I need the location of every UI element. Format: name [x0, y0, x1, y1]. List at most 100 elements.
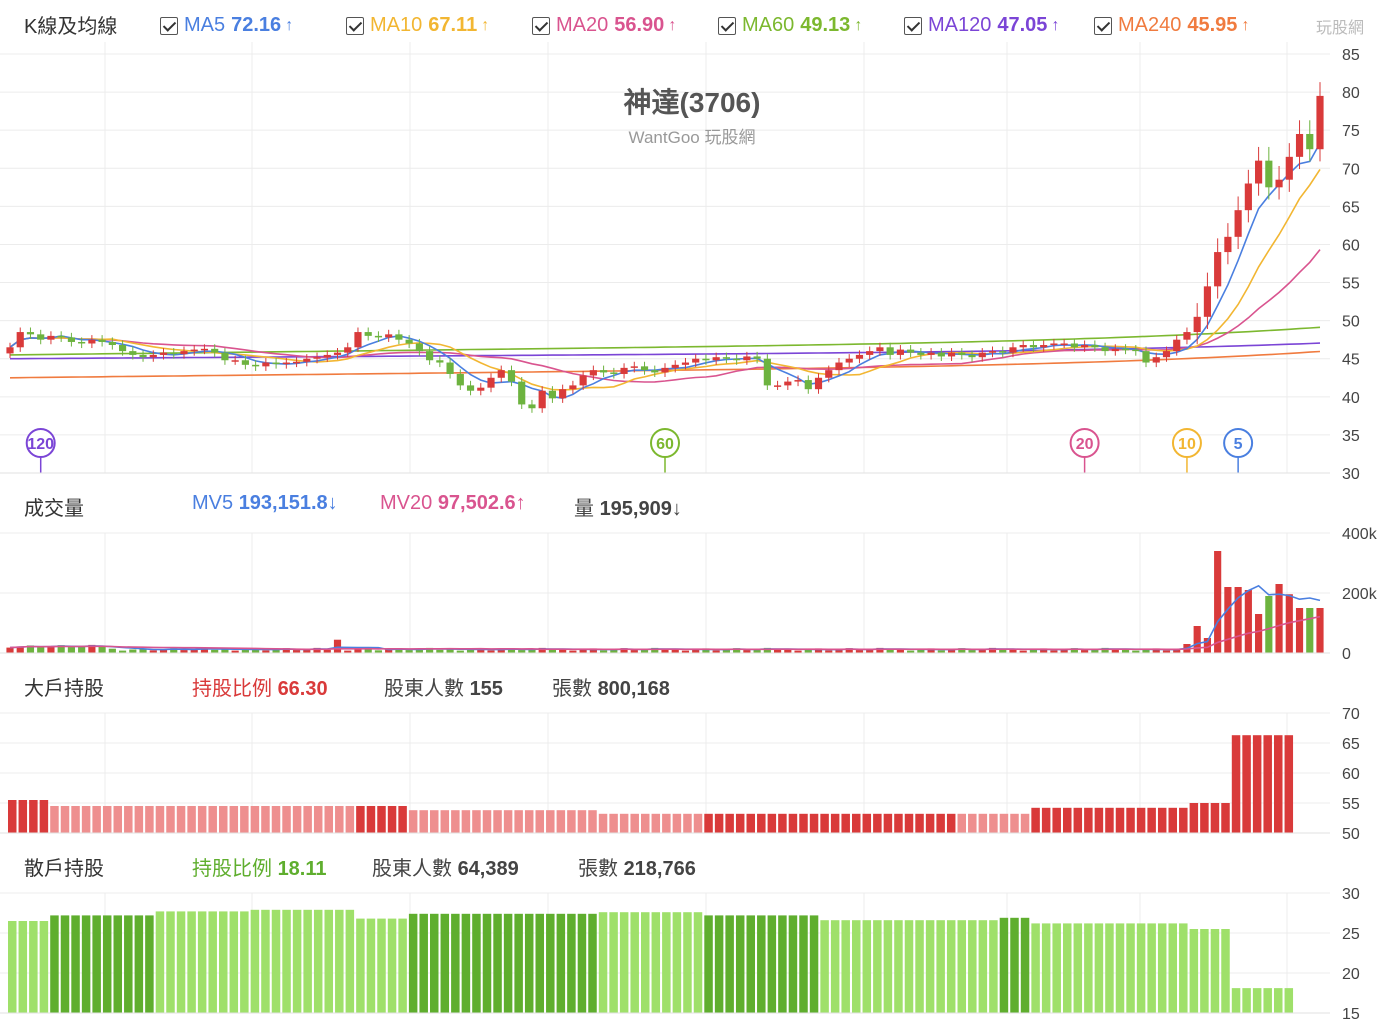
major-holder-bar: [862, 813, 872, 833]
retail-holder-bar: [39, 921, 49, 1013]
retail-holder-bar: [71, 915, 80, 1013]
major-holder-bar: [303, 806, 312, 833]
volume-bar: [1214, 551, 1222, 653]
major-holder-bar: [145, 806, 154, 833]
retail-holder-bar: [408, 913, 418, 1013]
candle-body: [6, 347, 14, 354]
retail-holder-bar: [788, 915, 798, 1013]
retail-holder-bar: [113, 915, 122, 1013]
major-holder-bar: [282, 806, 291, 833]
major-holder-bar: [978, 813, 988, 833]
major-holder-bar: [166, 806, 175, 833]
retail-holder-bar: [292, 909, 302, 1013]
candle-body: [487, 377, 495, 388]
candle-body: [1203, 286, 1212, 317]
major-holder-bar: [208, 806, 217, 833]
candle-body: [814, 377, 823, 390]
volume-bar: [37, 647, 45, 653]
volume-bar: [333, 639, 342, 653]
retail-holder-bar: [1263, 988, 1272, 1013]
retail-holder-bar: [419, 913, 428, 1013]
volume-tick-label: 0: [1342, 646, 1351, 663]
retail-holders-stat: 股東人數 64,389: [372, 852, 519, 881]
candle-body: [681, 362, 690, 365]
watermark-text: WantGoo 玩股網: [629, 128, 756, 147]
retail-holder-bar: [735, 915, 745, 1013]
candle-body: [37, 334, 45, 340]
candle-body: [579, 375, 587, 386]
retail-holder-bar: [1063, 923, 1072, 1013]
retail-holder-bar: [271, 909, 281, 1013]
candle-body: [16, 332, 24, 348]
candle-body: [497, 370, 505, 378]
major-holder-bar: [651, 813, 661, 833]
candle-body: [1162, 351, 1171, 358]
retail-holder-bar: [18, 921, 28, 1013]
retail-holder-bar: [345, 909, 355, 1013]
price-tick-label: 60: [1342, 237, 1360, 254]
retail-holder-bar: [124, 915, 133, 1013]
candle-body: [1040, 345, 1048, 348]
major-holder-bar: [883, 813, 893, 833]
major-holder-bar: [957, 813, 966, 833]
retail-holder-bar: [725, 915, 734, 1013]
mv5-value: 193,151.8: [238, 492, 328, 514]
price-tick-label: 50: [1342, 314, 1360, 331]
major-holder-bar: [1179, 807, 1188, 833]
candle-body: [1070, 343, 1078, 348]
retail-holder-bar: [430, 913, 439, 1013]
candle-body: [221, 352, 229, 361]
ma-marker-label: 5: [1234, 436, 1243, 453]
retail-tick-label: 20: [1342, 966, 1360, 983]
retail-holder-bar: [1210, 929, 1220, 1013]
retail-ratio-stat: 持股比例 18.11: [192, 852, 327, 881]
candle-body: [1101, 347, 1109, 352]
candle-body: [569, 385, 577, 390]
major-holder-bar: [377, 806, 386, 833]
candle-body: [78, 341, 86, 344]
major-holder-bar: [50, 806, 59, 833]
major-holder-bar: [809, 813, 819, 833]
retail-holder-bar: [925, 920, 935, 1013]
candle-body: [1316, 95, 1324, 150]
candle-body: [1029, 345, 1038, 348]
major-ratio-value: 66.30: [277, 678, 328, 700]
major-holder-bar: [124, 806, 133, 833]
major-holder-bar: [81, 806, 91, 833]
retail-holder-bar: [588, 913, 597, 1013]
major-holder-bar: [102, 806, 112, 833]
major-holder-bar: [1052, 807, 1061, 833]
major-holder-bar: [535, 810, 544, 833]
major-tick-label: 60: [1342, 766, 1360, 783]
retail-holder-bar: [704, 915, 713, 1013]
major-holder-bar: [567, 810, 576, 833]
candle-body: [845, 358, 853, 363]
retail-holder-bar: [524, 913, 534, 1013]
candle-body: [507, 370, 516, 382]
retail-holder-bar: [1073, 923, 1083, 1013]
candle-body: [610, 372, 618, 374]
major-holder-bar: [778, 813, 787, 833]
candle-body: [692, 358, 700, 363]
major-holder-bar: [1094, 807, 1104, 833]
major-holder-bar: [356, 806, 365, 833]
candle-body: [26, 332, 35, 335]
retail-shares-value: 218,766: [623, 858, 696, 880]
major-holder-bar: [894, 813, 903, 833]
candle-body: [937, 352, 945, 357]
major-holder-bar: [1031, 807, 1040, 833]
candle-body: [354, 332, 362, 348]
major-shares-label: 張數: [552, 678, 592, 700]
major-holder-bar: [1263, 735, 1272, 833]
retail-holder-bar: [598, 912, 608, 1013]
major-holder-bar: [968, 813, 977, 833]
major-holder-bar: [514, 810, 523, 833]
candle-body: [1214, 252, 1222, 287]
retail-holder-bar: [313, 909, 323, 1013]
retail-holder-bar: [240, 911, 249, 1013]
major-holder-bar: [8, 800, 17, 833]
candle-body: [180, 351, 188, 355]
retail-holder-bar: [809, 915, 819, 1013]
candle-body: [57, 335, 65, 338]
retail-holder-bar: [493, 913, 502, 1013]
